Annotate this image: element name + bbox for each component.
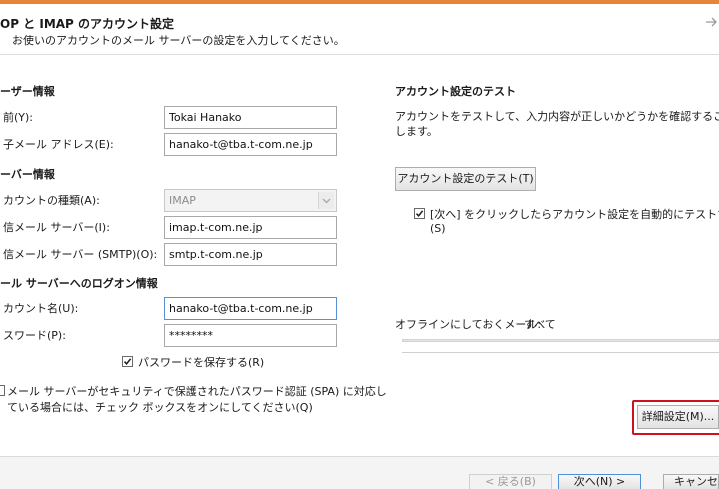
save-password-label[interactable]: パスワードを保存する(R) [138,354,264,370]
password-field[interactable]: ******** [164,324,337,347]
user-info-heading: ーザー情報 [0,85,55,98]
checkmark-icon [123,358,132,365]
name-field[interactable]: Tokai Hanako [164,106,337,129]
account-test-heading: アカウント設定のテスト [395,85,516,98]
name-label: 前(Y): [3,111,34,124]
account-type-select[interactable]: IMAP [164,189,337,212]
outgoing-server-field[interactable]: smtp.t-com.ne.jp [164,243,337,266]
dropdown-button[interactable] [318,192,334,209]
account-type-label: カウントの種類(A): [3,194,100,207]
spa-label-line1[interactable]: メール サーバーがセキュリティで保護されたパスワード認証 (SPA) に対応し [7,383,387,399]
page-title: OP と IMAP のアカウント設定 [0,17,175,31]
password-label: スワード(P): [3,329,66,342]
account-name-label: カウント名(U): [3,302,79,315]
checkmark-icon [415,210,424,217]
account-test-description-line2: します。 [395,125,438,138]
outgoing-server-label: 信メール サーバー (SMTP)(O): [3,248,158,261]
account-type-value: IMAP [169,194,196,207]
email-label: 子メール アドレス(E): [3,138,114,151]
test-account-button[interactable]: アカウント設定のテスト(T) [395,167,536,191]
account-test-description-line1: アカウントをテストして、入力内容が正しいかどうかを確認することをお勧 [395,110,719,123]
dialog-footer: < 戻る(B) 次へ(N) > キャンセル [0,456,719,489]
save-password-checkbox[interactable] [122,356,133,367]
dialog-header: OP と IMAP のアカウント設定 お使いのアカウントのメール サーバーの設定… [0,4,719,55]
auto-test-checkbox[interactable] [414,208,425,219]
more-settings-button[interactable]: 詳細設定(M)... [637,405,719,429]
dialog-content: ーザー情報 前(Y): Tokai Hanako 子メール アドレス(E): h… [0,55,719,451]
server-info-heading: ーバー情報 [0,168,55,181]
auto-test-label-line1[interactable]: [次へ] をクリックしたらアカウント設定を自動的にテストする [430,206,719,222]
incoming-server-field[interactable]: imap.t-com.ne.jp [164,216,337,239]
spa-label-line2[interactable]: ている場合には、チェック ボックスをオンにしてください(Q) [7,399,313,415]
account-settings-dialog: OP と IMAP のアカウント設定 お使いのアカウントのメール サーバーの設定… [0,0,719,489]
offline-slider-track[interactable] [402,339,719,342]
chevron-down-icon [322,198,331,204]
next-button[interactable]: 次へ(N) > [558,474,641,489]
account-name-field[interactable]: hanako-t@tba.t-com.ne.jp [164,297,337,320]
logon-info-heading: ール サーバーへのログオン情報 [0,277,158,290]
cancel-button[interactable]: キャンセル [663,474,719,489]
offline-slider-ticks [402,352,719,353]
spa-checkbox[interactable] [0,385,5,396]
page-subtitle: お使いのアカウントのメール サーバーの設定を入力してください。 [12,34,345,47]
incoming-server-label: 信メール サーバー(I): [3,221,110,234]
arrow-right-icon [706,17,717,27]
email-field[interactable]: hanako-t@tba.t-com.ne.jp [164,133,337,156]
offline-mail-label: オフラインにしておくメール: [395,318,542,331]
auto-test-label-line2[interactable]: (S) [430,222,446,235]
back-button[interactable]: < 戻る(B) [469,474,552,489]
offline-mail-value: すべて [524,318,556,331]
